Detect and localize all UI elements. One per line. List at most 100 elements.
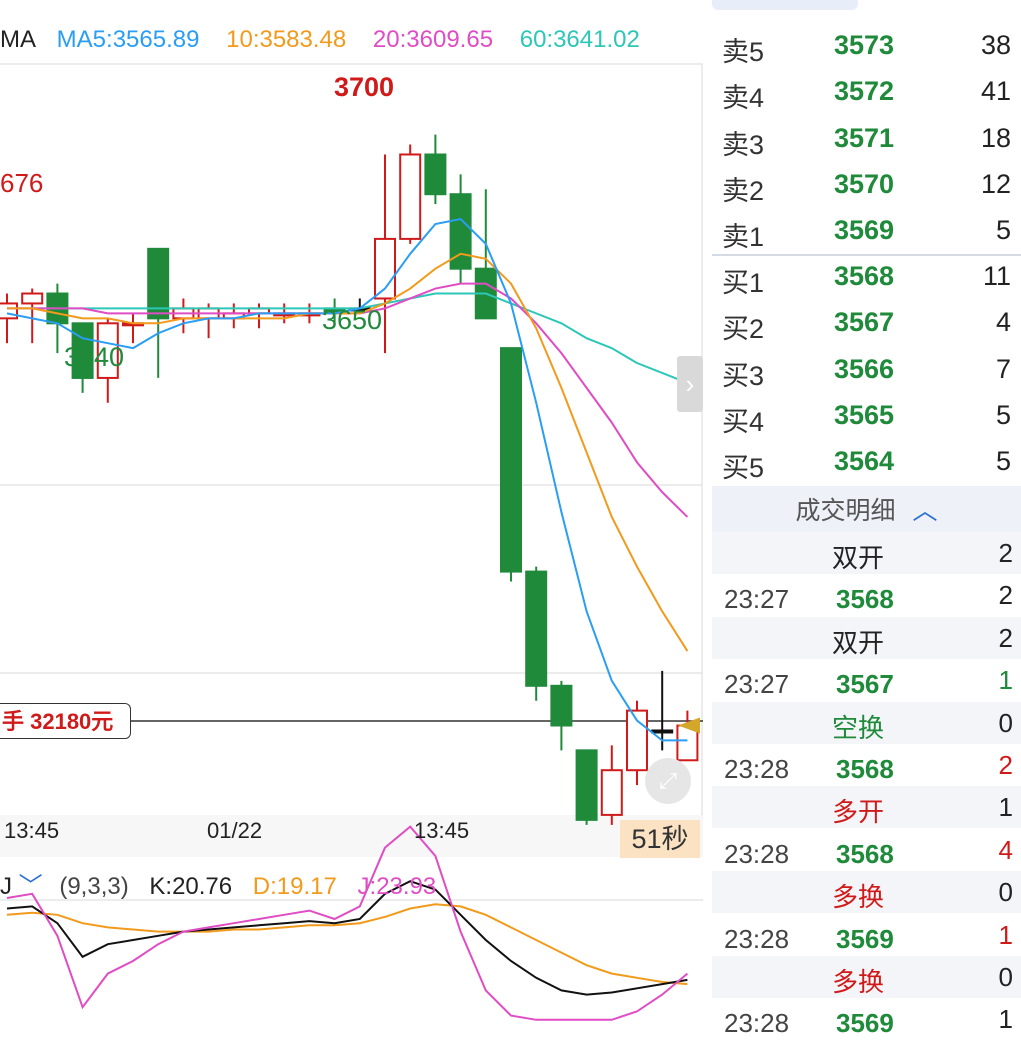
trade-time: 23:28 bbox=[724, 838, 790, 869]
trade-kind: 多换 bbox=[832, 882, 885, 913]
low-price-label-a: 3640 bbox=[64, 342, 125, 372]
trade-row: 双开 2 bbox=[712, 532, 1021, 574]
trade-row: 23:27 3567 1 bbox=[712, 659, 1021, 701]
order-book-row[interactable]: 卖2 3570 12 bbox=[712, 161, 1021, 207]
level-price: 3573 bbox=[834, 30, 895, 60]
trade-volume: 2 bbox=[998, 580, 1013, 611]
trade-kind: 双开 bbox=[832, 627, 885, 658]
trade-row: 双开 2 bbox=[712, 616, 1021, 659]
time-axis-label: 13:45 bbox=[414, 818, 470, 843]
chevron-down-icon: ﹀ bbox=[18, 873, 43, 900]
low-price-label-b: 3650 bbox=[322, 305, 383, 335]
trade-kind: 多开 bbox=[832, 797, 885, 828]
level-label: 卖4 bbox=[722, 83, 765, 114]
level-price: 3571 bbox=[834, 122, 895, 153]
expand-chart-icon[interactable]: ⤢ bbox=[645, 758, 691, 804]
market-depth-panel: 卖5 3573 38 卖4 3572 41 卖3 3571 18 卖2 3570 12 卖1 3569 5 … bbox=[712, 0, 1021, 1038]
level-label: 买3 bbox=[722, 360, 765, 391]
trade-price: 3567 bbox=[836, 669, 894, 700]
side-panel-toggle-icon[interactable]: › bbox=[677, 356, 703, 412]
level-price: 3565 bbox=[834, 399, 895, 430]
level-price: 3572 bbox=[834, 76, 895, 107]
candle-body bbox=[0, 302, 18, 320]
bar-countdown: 51秒 bbox=[620, 820, 700, 858]
level-volume: 4 bbox=[995, 307, 1011, 338]
trade-volume: 0 bbox=[998, 962, 1013, 992]
order-book-row[interactable]: 卖4 3572 41 bbox=[712, 68, 1021, 114]
ma5-line bbox=[6, 217, 688, 742]
kdj-params: (9,3,3) bbox=[59, 873, 129, 900]
level-label: 买2 bbox=[722, 314, 765, 345]
indicator-selector[interactable]: J ﹀ bbox=[0, 873, 49, 900]
trade-detail-header[interactable]: 成交明细 ︿ bbox=[712, 486, 1021, 536]
trade-row: 23:28 3569 1 bbox=[712, 914, 1021, 956]
trade-kind: 空换 bbox=[832, 712, 885, 743]
trade-volume: 1 bbox=[998, 792, 1013, 823]
level-label: 卖5 bbox=[722, 37, 765, 67]
trade-volume: 0 bbox=[998, 707, 1013, 738]
order-book-row[interactable]: 买5 3564 5 bbox=[712, 438, 1021, 484]
level-price: 3568 bbox=[834, 261, 895, 291]
level-price: 3567 bbox=[834, 307, 895, 338]
trade-volume: 2 bbox=[998, 750, 1013, 780]
trade-kind: 多换 bbox=[832, 967, 885, 997]
order-book-row[interactable]: 卖3 3571 18 bbox=[712, 115, 1021, 161]
level-volume: 5 bbox=[995, 215, 1011, 246]
candle-body bbox=[500, 347, 522, 573]
time-axis-label: 01/22 bbox=[207, 818, 263, 843]
order-book-row[interactable]: 买3 3566 7 bbox=[712, 346, 1021, 392]
level-volume: 7 bbox=[995, 353, 1011, 384]
trade-row: 多换 0 bbox=[712, 871, 1021, 914]
time-axis-label: 13:45 bbox=[4, 818, 60, 843]
trade-time: 23:28 bbox=[724, 754, 790, 784]
level-label: 卖1 bbox=[722, 222, 765, 253]
time-axis-band bbox=[0, 815, 703, 857]
candle-body bbox=[600, 769, 623, 816]
order-book-row[interactable]: 买2 3567 4 bbox=[712, 299, 1021, 345]
tab-strip bbox=[712, 0, 1021, 12]
trade-volume: 4 bbox=[998, 834, 1013, 865]
ma-legend: MA MA5:3565.89 10:3583.48 20:3609.65 60:… bbox=[0, 26, 660, 54]
level-price: 3564 bbox=[834, 446, 895, 477]
level-volume: 5 bbox=[995, 446, 1011, 477]
trade-volume: 2 bbox=[998, 622, 1013, 653]
candle-body bbox=[525, 570, 548, 687]
trade-price: 3568 bbox=[836, 584, 894, 615]
level-volume: 41 bbox=[980, 76, 1011, 107]
kdj-k-value: K:20.76 bbox=[149, 873, 233, 900]
trade-volume: 1 bbox=[998, 919, 1013, 950]
trade-volume: 0 bbox=[998, 877, 1013, 908]
ma20-value: 20:3609.65 bbox=[372, 26, 494, 53]
order-book-row[interactable]: 买1 3568 11 bbox=[712, 253, 1021, 299]
kline-chart-area[interactable]: MA MA5:3565.89 10:3583.48 20:3609.65 60:… bbox=[0, 0, 703, 1024]
order-book-row[interactable]: 卖5 3573 38 bbox=[712, 22, 1021, 68]
tab-active[interactable] bbox=[712, 0, 858, 10]
candle-body bbox=[399, 153, 422, 240]
chevron-up-icon: ︿ bbox=[912, 497, 938, 525]
ma60-value: 60:3641.02 bbox=[519, 26, 640, 53]
order-book-row[interactable]: 卖1 3569 5 bbox=[712, 207, 1021, 253]
candle-body bbox=[651, 729, 674, 734]
kdj-legend: J ﹀ (9,3,3) K:20.76 D:19.17 J:23.93 bbox=[0, 866, 436, 901]
trade-row: 23:27 3568 2 bbox=[712, 574, 1021, 616]
trade-volume: 1 bbox=[998, 665, 1013, 696]
trade-kind: 双开 bbox=[832, 543, 885, 573]
order-book-row[interactable]: 买4 3565 5 bbox=[712, 392, 1021, 438]
level-price: 3566 bbox=[834, 353, 895, 384]
candle-body bbox=[21, 292, 44, 305]
trade-price: 3568 bbox=[836, 838, 894, 869]
trade-time: 23:28 bbox=[724, 923, 790, 954]
trade-row: 空换 0 bbox=[712, 701, 1021, 744]
trade-row: 多开 1 bbox=[712, 786, 1021, 829]
ma5-value: MA5:3565.89 bbox=[56, 26, 200, 53]
candle-body bbox=[424, 153, 447, 196]
position-price-tag[interactable]: 手 32180元 bbox=[0, 703, 131, 739]
level-label: 卖2 bbox=[722, 175, 765, 206]
trade-row: 23:28 3568 4 bbox=[712, 829, 1021, 871]
trade-price: 3569 bbox=[836, 923, 894, 954]
ma-label: MA bbox=[0, 26, 36, 53]
candle-body bbox=[575, 749, 598, 821]
candle-body bbox=[550, 684, 573, 727]
trade-row: 23:28 3568 2 bbox=[712, 744, 1021, 786]
level-price: 3569 bbox=[834, 215, 895, 246]
